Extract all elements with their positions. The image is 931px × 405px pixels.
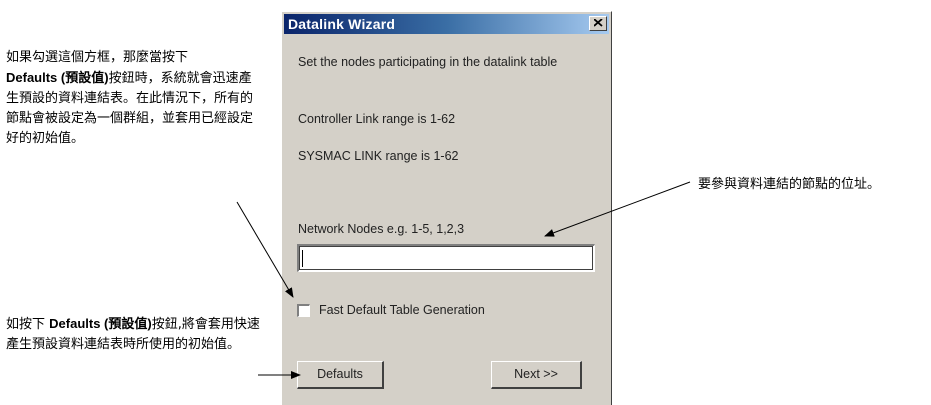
- network-nodes-input[interactable]: [297, 244, 595, 272]
- datalink-wizard-dialog: Datalink Wizard Set the nodes participat…: [281, 11, 612, 405]
- annotation-checkbox-description: 如果勾選這個方框，那麼當按下 Defaults (預設值)按鈕時，系統就會迅速產生…: [6, 48, 256, 149]
- controller-link-range: Controller Link range is 1-62: [298, 112, 456, 126]
- fast-default-table-label[interactable]: Fast Default Table Generation: [319, 303, 485, 318]
- network-nodes-label: Network Nodes e.g. 1-5, 1,2,3: [298, 222, 465, 236]
- next-button[interactable]: Next >>: [491, 361, 582, 389]
- annotation-text: 如果勾選這個方框，那麼當按下: [6, 50, 189, 65]
- sysmac-link-range: SYSMAC LINK range is 1-62: [298, 149, 459, 163]
- annotation-text: 如按下: [6, 317, 50, 332]
- annotation-defaults-description: 如按下 Defaults (預設值)按鈕,將會套用快速產生預設資料連結表時所使用…: [6, 314, 266, 355]
- instruction-text: Set the nodes participating in the datal…: [298, 55, 558, 69]
- defaults-button[interactable]: Defaults: [297, 361, 384, 389]
- close-button[interactable]: [589, 16, 607, 31]
- annotation-nodes-description: 要參與資料連結的節點的位址。: [698, 177, 881, 192]
- text-caret: [302, 250, 303, 267]
- annotation-bold-term: Defaults (預設值): [49, 316, 152, 331]
- annotation-bold-term: Defaults (預設值): [6, 70, 109, 85]
- title-bar[interactable]: Datalink Wizard: [284, 14, 609, 34]
- fast-default-table-checkbox[interactable]: [297, 304, 310, 317]
- close-icon: [594, 19, 603, 27]
- window-title: Datalink Wizard: [288, 16, 396, 32]
